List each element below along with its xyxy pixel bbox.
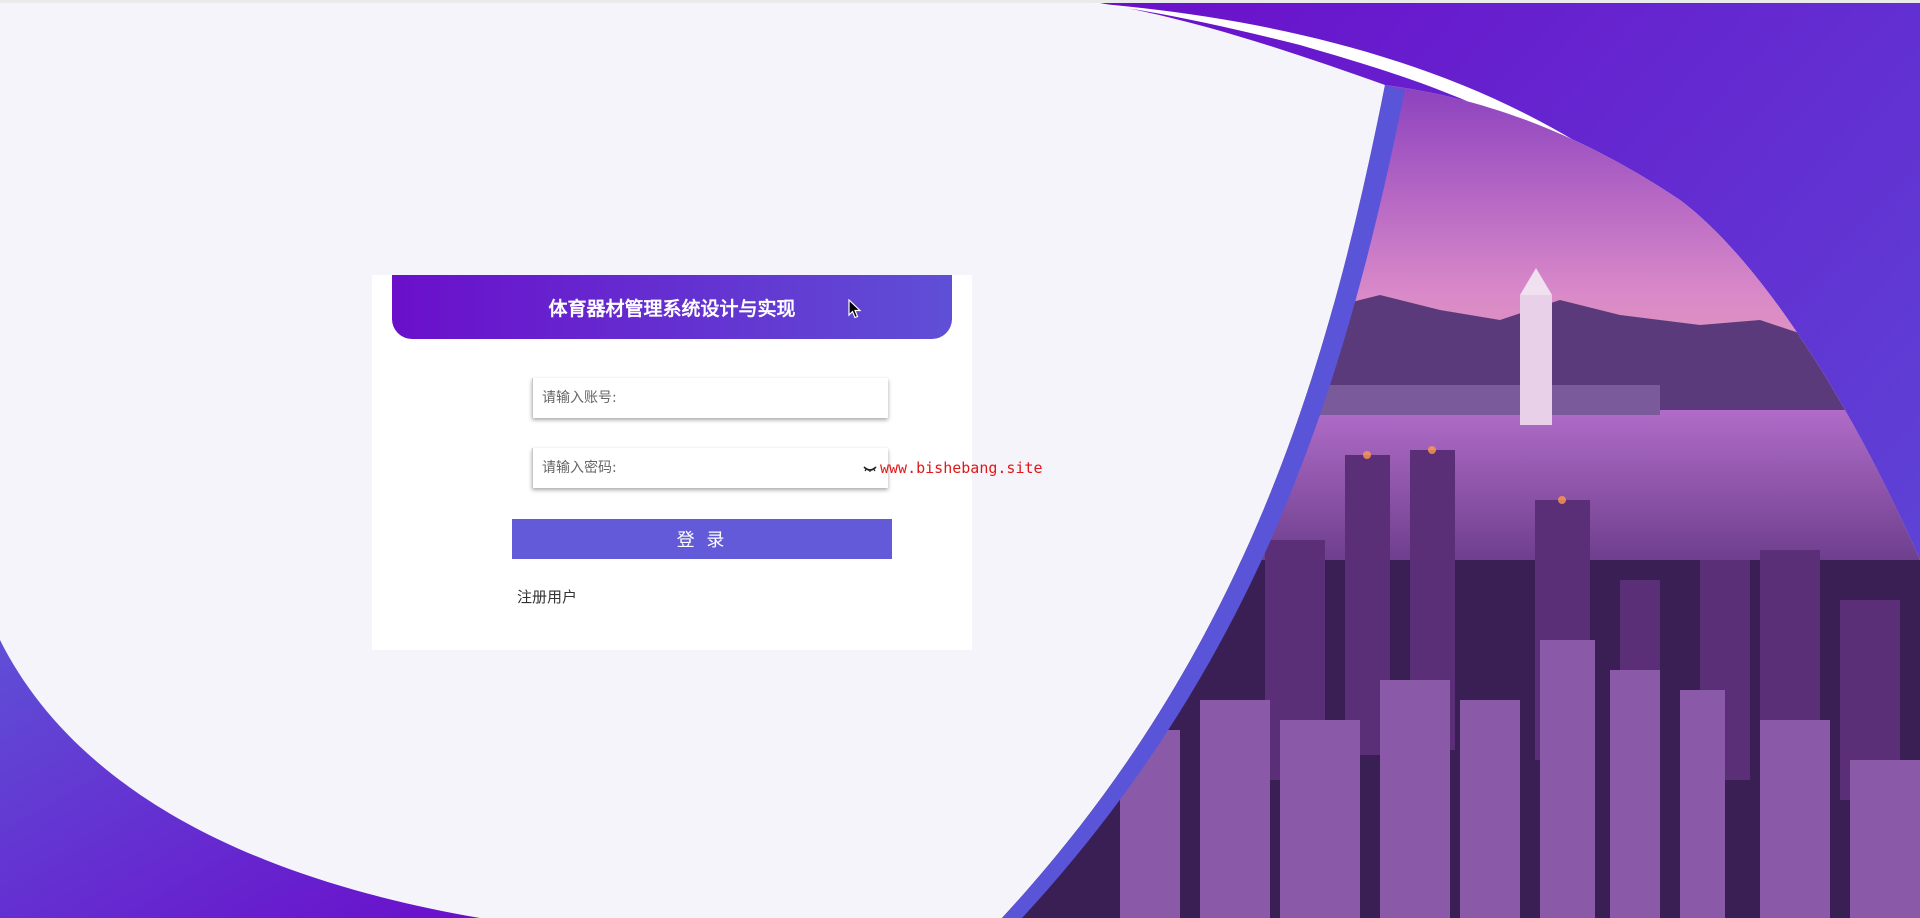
eye-closed-icon[interactable]	[862, 460, 878, 476]
page-title: 体育器材管理系统设计与实现	[548, 297, 796, 320]
cursor-arrow-icon	[848, 299, 862, 319]
title-banner: 体育器材管理系统设计与实现	[392, 275, 952, 339]
watermark-text: www.bishebang.site	[880, 459, 1043, 477]
register-link[interactable]: 注册用户	[517, 586, 577, 607]
account-row: 账号:	[372, 378, 972, 420]
bottom-left-wave	[0, 640, 480, 918]
password-input[interactable]	[532, 448, 888, 488]
account-input[interactable]	[532, 378, 888, 418]
login-button[interactable]: 登 录	[512, 519, 892, 559]
login-page: 体育器材管理系统设计与实现 账号: 密码: 登 录 注册用户 www.bishe…	[0, 0, 1920, 918]
